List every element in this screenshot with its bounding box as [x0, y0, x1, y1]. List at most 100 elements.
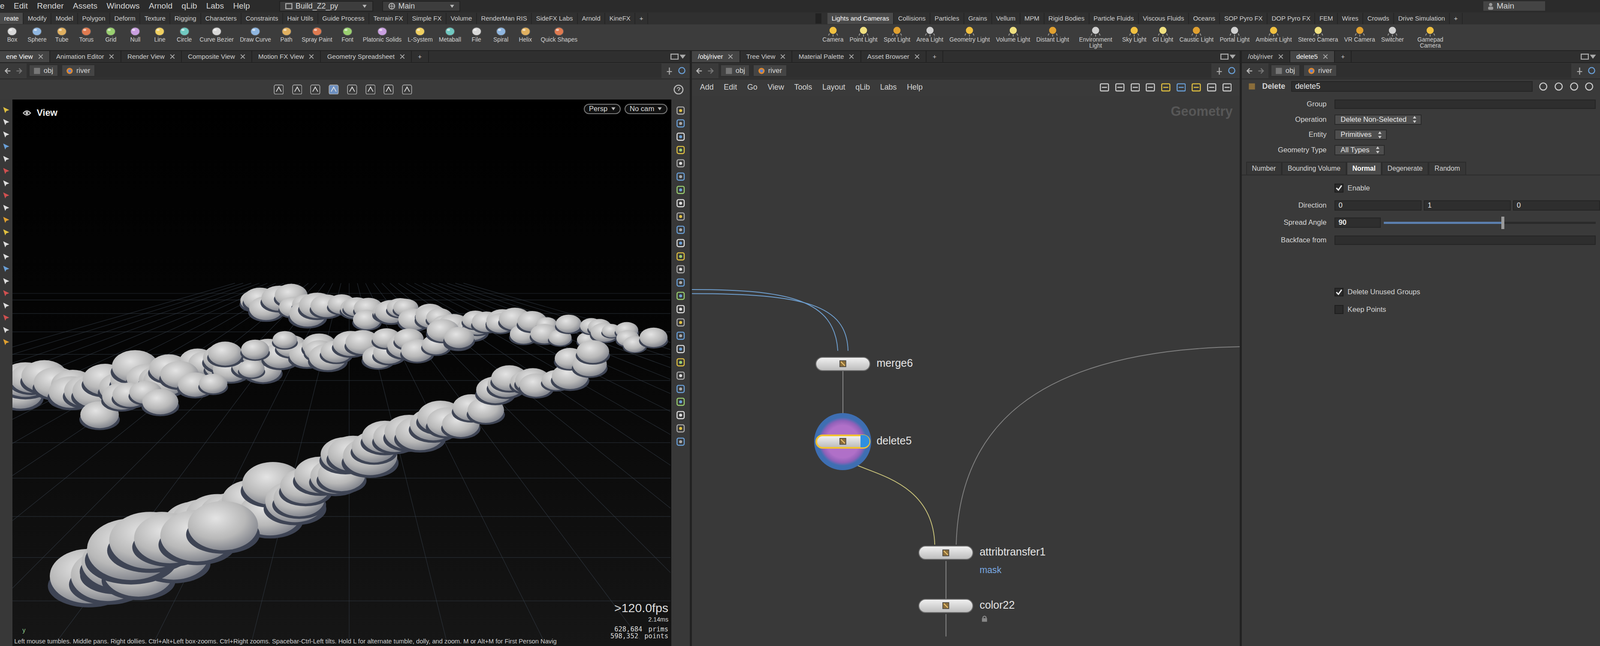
header-tool-icon[interactable]	[1584, 81, 1594, 91]
select-tool-icon[interactable]	[2, 264, 11, 273]
folder-tab[interactable]: Degenerate	[1381, 161, 1429, 175]
shelf-tab[interactable]: reate	[0, 12, 24, 25]
display-flag[interactable]	[860, 434, 870, 448]
pane-menu-icon[interactable]	[670, 53, 679, 60]
main-label[interactable]: Main	[1483, 1, 1545, 11]
shelf-tool[interactable]: Spray Paint	[298, 24, 336, 43]
select-tool-icon[interactable]	[2, 228, 11, 237]
shelf-tab[interactable]: Simple FX	[407, 12, 447, 25]
shelf-tab[interactable]: Modify	[23, 12, 52, 25]
pane-tab[interactable]: +	[411, 51, 429, 63]
node-name[interactable]: attribtransfer1	[979, 545, 1046, 559]
pane-tab[interactable]: +	[926, 51, 944, 63]
folder-tab[interactable]: Normal	[1346, 161, 1382, 175]
select-tool-icon[interactable]	[2, 338, 11, 347]
pane-tab[interactable]: Asset Browser	[861, 51, 927, 63]
select-tool-icon[interactable]	[2, 240, 11, 249]
pane-arrow-icon[interactable]	[1588, 53, 1597, 60]
display-option-icon[interactable]	[676, 198, 686, 208]
network-tool-icon[interactable]	[1161, 82, 1171, 92]
shelf-tool[interactable]: Path	[274, 24, 299, 43]
viewer-tool-icon[interactable]	[401, 84, 413, 95]
node-name[interactable]: color22	[979, 598, 1015, 612]
help-icon[interactable]	[673, 84, 684, 95]
shelf-tool[interactable]: L-System	[404, 24, 436, 43]
shelf-tab[interactable]: Volume	[446, 12, 477, 25]
network-tool-icon[interactable]	[1115, 82, 1125, 92]
menu-item[interactable]: Assets	[72, 0, 98, 13]
display-option-icon[interactable]	[676, 251, 686, 261]
slider-field[interactable]: 90	[1334, 217, 1381, 228]
network-node[interactable]	[815, 356, 871, 372]
shelf-tab[interactable]: Oceans	[1189, 12, 1221, 25]
select-tool-icon[interactable]	[2, 326, 11, 335]
node-name-field[interactable]: delete5	[1291, 81, 1533, 92]
close-icon[interactable]	[108, 54, 115, 60]
shelf-tab[interactable]: Crowds	[1363, 12, 1395, 25]
menu-item[interactable]: Edit	[13, 0, 28, 13]
pane-tab[interactable]: Render View	[121, 51, 182, 63]
display-option-icon[interactable]	[676, 118, 686, 128]
checkbox-row[interactable]: Enable	[1334, 183, 1370, 193]
pin-icon[interactable]	[1215, 66, 1224, 75]
shelf-tool[interactable]: Ambient Light	[1252, 24, 1296, 43]
vector-field[interactable]: 0	[1512, 200, 1600, 211]
network-menu-item[interactable]: qLib	[855, 82, 870, 92]
shelf-tab[interactable]: MPM	[1020, 12, 1045, 25]
path-crumb[interactable]: river	[1303, 64, 1338, 77]
slider-track[interactable]	[1383, 221, 1597, 224]
display-option-icon[interactable]	[676, 423, 686, 433]
shelf-tab[interactable]: Wires	[1337, 12, 1364, 25]
forward-icon[interactable]	[1257, 67, 1265, 75]
network-menu-item[interactable]: Add	[700, 82, 714, 92]
viewer-tool-icon[interactable]	[273, 84, 284, 95]
pane-tab[interactable]: ene View	[0, 51, 51, 63]
slider-handle[interactable]	[1501, 216, 1505, 230]
display-option-icon[interactable]	[676, 344, 686, 354]
shelf-tab[interactable]: SideFX Labs	[531, 12, 578, 25]
pane-arrow-icon[interactable]	[1228, 53, 1237, 60]
shelf-tool[interactable]: Helix	[513, 24, 538, 43]
select-tool-icon[interactable]	[2, 215, 11, 224]
shelf-tab[interactable]: RenderMan RIS	[476, 12, 532, 25]
display-option-icon[interactable]	[676, 410, 686, 420]
shelf-tool[interactable]: Circle	[172, 24, 197, 43]
select-tool-icon[interactable]	[2, 179, 11, 188]
shelf-tool[interactable]: Spot Light	[880, 24, 914, 43]
shelf-tab[interactable]: SOP Pyro FX	[1219, 12, 1268, 25]
shelf-tool[interactable]: GI Light	[1149, 24, 1177, 43]
pane-tab[interactable]: Composite View	[181, 51, 253, 63]
pane-menu-icon[interactable]	[1220, 53, 1229, 60]
viewer-tool-icon[interactable]	[365, 84, 376, 95]
close-icon[interactable]	[914, 54, 920, 60]
shelf-tool[interactable]: Metaball	[435, 24, 465, 43]
display-option-icon[interactable]	[676, 225, 686, 235]
network-editor[interactable]: Geometrymerge6delete5attribtransfer1mask…	[691, 95, 1240, 646]
viewer-tool-icon[interactable]	[328, 84, 339, 95]
select-tool-icon[interactable]	[2, 117, 11, 127]
close-icon[interactable]	[1322, 54, 1329, 60]
shelf-tool[interactable]: Null	[123, 24, 148, 43]
vector-field[interactable]: 0	[1334, 200, 1422, 211]
shelf-tool[interactable]: Line	[147, 24, 173, 43]
viewer-tool-icon[interactable]	[383, 84, 394, 95]
param-field[interactable]	[1334, 235, 1596, 245]
display-option-icon[interactable]	[676, 317, 686, 327]
header-tool-icon[interactable]	[1554, 81, 1564, 91]
menu-item[interactable]: Labs	[206, 0, 224, 13]
forward-icon[interactable]	[706, 67, 715, 75]
select-tool-icon[interactable]	[2, 313, 11, 322]
display-option-icon[interactable]	[676, 357, 686, 367]
shelf-tool[interactable]: Curve Bezier	[196, 24, 237, 43]
param-menu[interactable]: Primitives	[1334, 129, 1387, 140]
back-icon[interactable]	[695, 67, 704, 75]
checkbox-row[interactable]: Keep Points	[1334, 304, 1386, 314]
path-crumb[interactable]: river	[752, 64, 787, 77]
network-menu-item[interactable]: Tools	[794, 82, 813, 92]
pane-tab[interactable]: Animation Editor	[50, 51, 122, 63]
close-icon[interactable]	[169, 54, 176, 60]
display-option-icon[interactable]	[676, 132, 686, 142]
network-tool-icon[interactable]	[1130, 82, 1140, 92]
network-node[interactable]	[918, 545, 974, 560]
menu-item[interactable]: qLib	[181, 0, 197, 13]
